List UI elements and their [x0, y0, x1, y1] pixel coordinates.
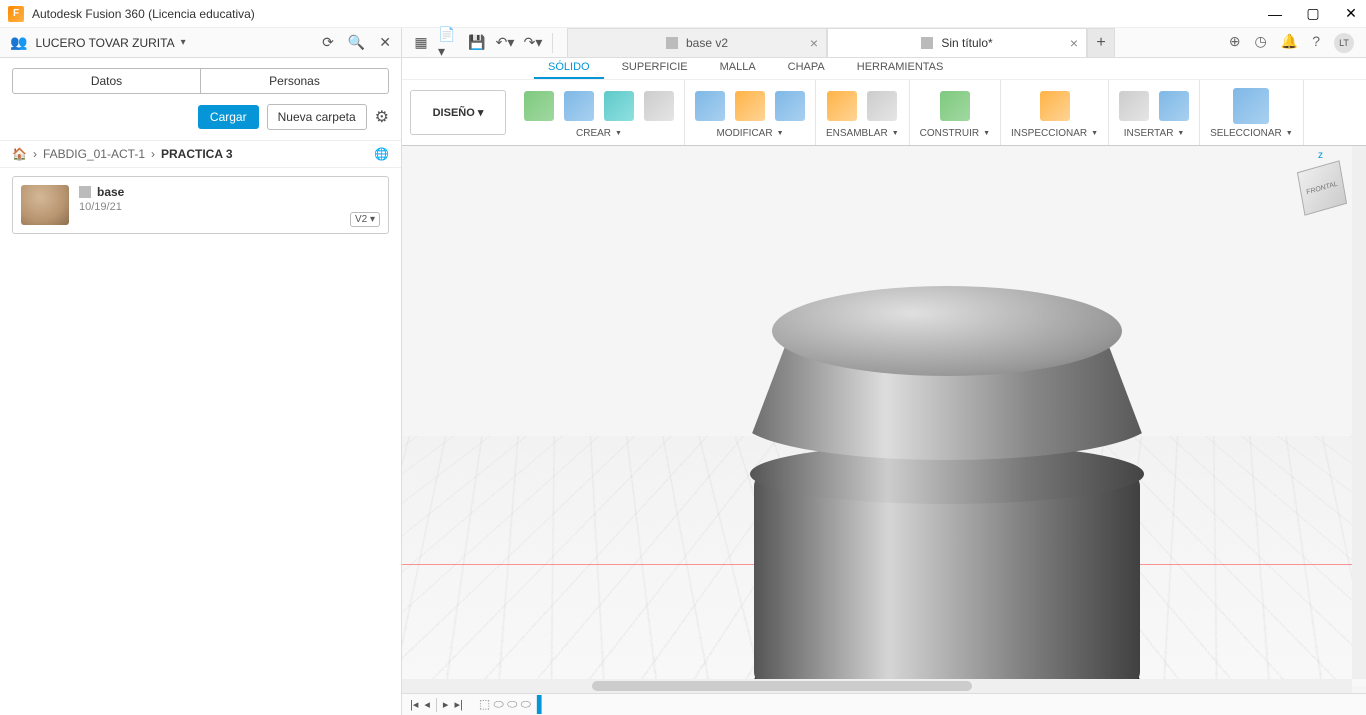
shell-icon[interactable] [775, 91, 805, 121]
chevron-right-icon: › [151, 147, 155, 161]
timeline: |◂ ◂ ▸ ▸| ⬚ ⬭ ⬭ ⬭ ▍ [402, 693, 1366, 715]
new-tab-button[interactable]: + [1087, 28, 1115, 57]
user-avatar[interactable]: LT [1334, 33, 1354, 53]
scrollbar-horizontal[interactable] [402, 679, 1352, 693]
cube-icon [79, 186, 91, 198]
file-menu-icon[interactable]: 📄▾ [438, 32, 460, 54]
app-icon: F [8, 6, 24, 22]
group-construir-label[interactable]: CONSTRUIR▼ [920, 128, 990, 139]
doc-tab-untitled[interactable]: Sin título* × [827, 28, 1087, 57]
view-cube[interactable]: z FRONTAL x [1292, 156, 1352, 216]
decal-icon[interactable] [1159, 91, 1189, 121]
version-dropdown[interactable]: V2 ▾ [350, 212, 380, 227]
team-icon: 👥 [10, 34, 27, 51]
viewcube-face[interactable]: FRONTAL [1297, 160, 1347, 216]
ribbon-tab-malla[interactable]: MALLA [706, 58, 770, 79]
group-insertar-label[interactable]: INSERTAR▼ [1124, 128, 1185, 139]
model-3d[interactable] [732, 286, 1162, 715]
gear-icon[interactable]: ⚙ [375, 107, 389, 127]
tab-personas[interactable]: Personas [201, 69, 388, 93]
assemble-icon[interactable] [827, 91, 857, 121]
maximize-button[interactable]: ▢ [1306, 7, 1320, 21]
app-title: Autodesk Fusion 360 (Licencia educativa) [32, 7, 255, 21]
timeline-play-icon[interactable]: ▸ [443, 698, 449, 711]
help-icon[interactable]: ? [1312, 33, 1320, 53]
revolve-icon[interactable] [604, 91, 634, 121]
presspull-icon[interactable] [695, 91, 725, 121]
notifications-icon[interactable]: 🔔 [1281, 33, 1298, 53]
breadcrumb: 🏠 › FABDIG_01-ACT-1 › PRACTICA 3 🌐 [0, 140, 401, 168]
timeline-marker-icon[interactable]: ▍ [537, 695, 549, 715]
timeline-feature-icon[interactable]: ⬚ ⬭ ⬭ ⬭ [479, 697, 531, 712]
group-inspeccionar-label[interactable]: INSPECCIONAR▼ [1011, 128, 1098, 139]
group-crear-label[interactable]: CREAR▼ [576, 128, 622, 139]
extensions-icon[interactable]: ⊕ [1229, 33, 1241, 53]
file-name: base [97, 185, 124, 199]
ribbon-tab-chapa[interactable]: CHAPA [774, 58, 839, 79]
file-date: 10/19/21 [79, 201, 124, 213]
close-window-button[interactable]: ✕ [1344, 7, 1358, 21]
user-name[interactable]: LUCERO TOVAR ZURITA [35, 36, 174, 50]
breadcrumb-level1[interactable]: FABDIG_01-ACT-1 [43, 147, 145, 161]
job-status-icon[interactable]: ◷ [1255, 33, 1267, 53]
ribbon-tab-solido[interactable]: SÓLIDO [534, 58, 604, 79]
minimize-button[interactable]: — [1268, 7, 1282, 21]
tab-datos[interactable]: Datos [13, 69, 201, 93]
insert-icon[interactable] [1119, 91, 1149, 121]
chevron-down-icon[interactable]: ▾ [181, 37, 186, 48]
extrude-icon[interactable] [564, 91, 594, 121]
globe-icon[interactable]: 🌐 [374, 147, 389, 161]
save-icon[interactable]: 💾 [466, 32, 488, 54]
ribbon-tab-herramientas[interactable]: HERRAMIENTAS [843, 58, 958, 79]
group-modificar-label[interactable]: MODIFICAR▼ [716, 128, 783, 139]
undo-icon[interactable]: ↶▾ [494, 32, 516, 54]
redo-icon[interactable]: ↷▾ [522, 32, 544, 54]
doc-tab-label: base v2 [686, 36, 728, 50]
fillet-icon[interactable] [735, 91, 765, 121]
inspect-icon[interactable] [1040, 91, 1070, 121]
upload-button[interactable]: Cargar [198, 105, 259, 129]
workspace-switcher[interactable]: DISEÑO ▾ [410, 90, 506, 135]
file-card[interactable]: base 10/19/21 V2 ▾ [12, 176, 389, 234]
timeline-end-icon[interactable]: ▸| [454, 698, 462, 711]
sketch-icon[interactable] [524, 91, 554, 121]
cube-icon [921, 37, 933, 49]
search-icon[interactable]: 🔍 [348, 34, 365, 51]
chevron-right-icon: › [33, 147, 37, 161]
timeline-start-icon[interactable]: |◂ [410, 698, 418, 711]
close-panel-icon[interactable]: ✕ [379, 34, 391, 51]
close-tab-icon[interactable]: × [1070, 35, 1078, 51]
timeline-back-icon[interactable]: ◂ [424, 698, 430, 711]
grid-menu-icon[interactable]: ▦ [410, 32, 432, 54]
hole-icon[interactable] [644, 91, 674, 121]
doc-tab-label: Sin título* [941, 36, 992, 50]
refresh-icon[interactable]: ⟳ [322, 34, 334, 51]
joint-icon[interactable] [867, 91, 897, 121]
group-seleccionar-label[interactable]: SELECCIONAR▼ [1210, 128, 1293, 139]
z-axis-label: z [1318, 150, 1323, 161]
ribbon-tab-superficie[interactable]: SUPERFICIE [608, 58, 702, 79]
breadcrumb-level2[interactable]: PRACTICA 3 [161, 147, 233, 161]
doc-tab-base[interactable]: base v2 × [567, 28, 827, 57]
construct-icon[interactable] [940, 91, 970, 121]
new-folder-button[interactable]: Nueva carpeta [267, 104, 367, 130]
cube-icon [666, 37, 678, 49]
scrollbar-vertical[interactable] [1352, 146, 1366, 679]
select-icon[interactable] [1233, 88, 1269, 124]
file-thumbnail [21, 185, 69, 225]
group-ensamblar-label[interactable]: ENSAMBLAR▼ [826, 128, 899, 139]
close-tab-icon[interactable]: × [810, 35, 818, 51]
home-icon[interactable]: 🏠 [12, 147, 27, 161]
